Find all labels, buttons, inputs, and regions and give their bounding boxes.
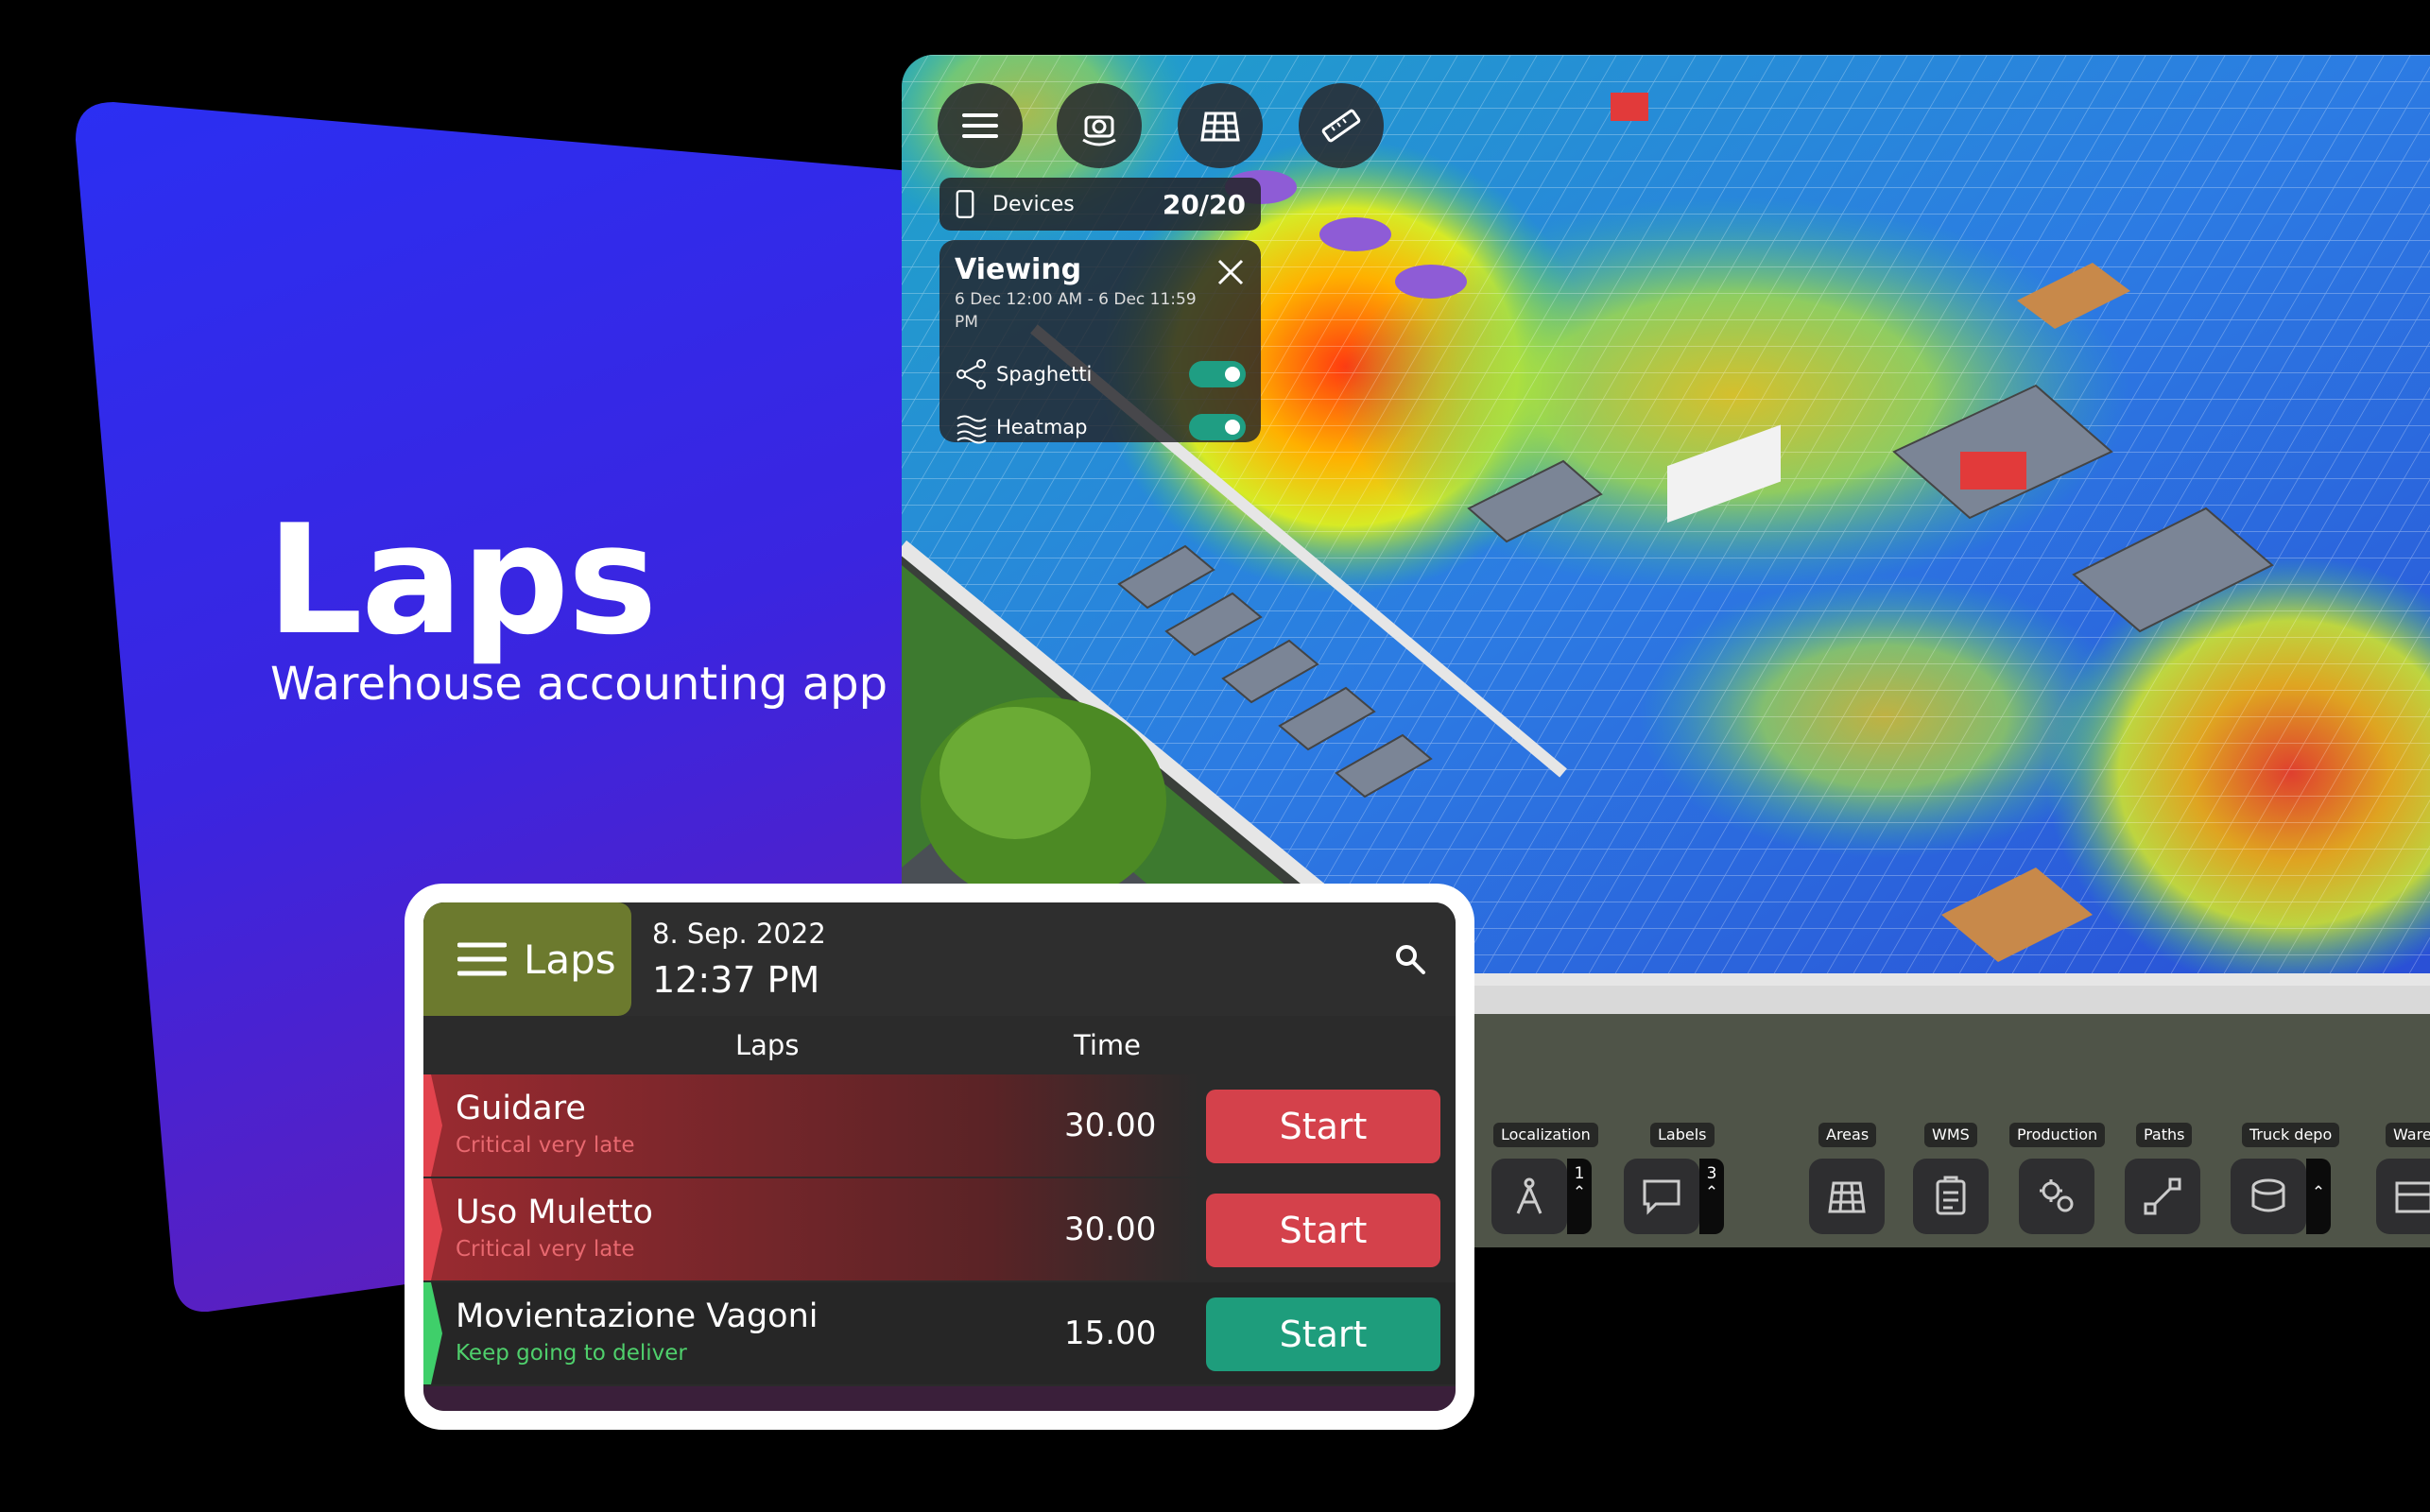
- devices-counter[interactable]: Devices 20/20: [939, 178, 1261, 231]
- lap-status: Keep going to deliver: [456, 1341, 687, 1366]
- laps-date: 8. Sep. 2022: [652, 918, 826, 950]
- start-button[interactable]: Start: [1206, 1194, 1440, 1267]
- heatmap-toggle[interactable]: [1189, 414, 1246, 440]
- row-status-flag: [423, 1178, 442, 1280]
- grid-view-button[interactable]: [1178, 83, 1263, 168]
- areas-tool-button[interactable]: [1809, 1159, 1885, 1234]
- localization-tool-label: Localization: [1493, 1123, 1598, 1147]
- speech-bubble-icon: [1643, 1179, 1680, 1215]
- grid-icon: [1828, 1181, 1866, 1213]
- app-title: Laps: [267, 491, 658, 668]
- database-icon: [2251, 1178, 2285, 1212]
- labels-tool-button[interactable]: [1624, 1159, 1699, 1234]
- shelf-icon: [2395, 1181, 2430, 1213]
- viewing-title: Viewing: [955, 253, 1082, 286]
- lap-name: Uso Muletto: [456, 1194, 653, 1231]
- viewing-date-range: 6 Dec 12:00 AM - 6 Dec 11:59 PM: [955, 290, 1197, 332]
- localization-count[interactable]: 1 ⌃: [1567, 1159, 1592, 1234]
- laps-app-screen: Laps 8. Sep. 2022 12:37 PM Laps Time Gui…: [405, 884, 1474, 1430]
- lap-status: Critical very late: [456, 1237, 635, 1262]
- paths-tool-label: Paths: [2136, 1123, 2193, 1147]
- labels-count[interactable]: 3 ⌃: [1699, 1159, 1724, 1234]
- menu-button[interactable]: [938, 83, 1023, 168]
- laps-footer-strip: [423, 1386, 1456, 1411]
- truck-depo-tool-label: Truck depo: [2242, 1123, 2340, 1147]
- menu-icon: [962, 113, 998, 138]
- start-button[interactable]: Start: [1206, 1090, 1440, 1163]
- heatmap-row: Heatmap: [955, 408, 1246, 446]
- row-status-flag: [423, 1282, 442, 1384]
- camera-rotate-icon: [1082, 115, 1116, 146]
- lap-time-value: 30.00: [1064, 1211, 1157, 1248]
- spaghetti-toggle[interactable]: [1189, 361, 1246, 387]
- lap-status: Critical very late: [456, 1133, 635, 1158]
- labels-tool-label: Labels: [1650, 1123, 1715, 1147]
- path-icon: [2144, 1177, 2181, 1215]
- column-header-laps: Laps: [735, 1029, 800, 1061]
- production-tool-button[interactable]: [2019, 1159, 2094, 1234]
- ruler-button[interactable]: [1299, 83, 1384, 168]
- laps-row[interactable]: Guidare Critical very late 30.00 Start: [423, 1074, 1456, 1177]
- wms-tool-label: WMS: [1924, 1123, 1977, 1147]
- hamburger-icon: [457, 942, 507, 976]
- devices-value: 20/20: [1162, 188, 1246, 220]
- search-icon[interactable]: [1393, 942, 1427, 976]
- clipboard-icon: [1936, 1176, 1966, 1215]
- heatmap-waves-icon: [956, 415, 987, 444]
- phone-icon: [956, 190, 974, 218]
- laps-brand-label: Laps: [524, 936, 616, 983]
- laps-row[interactable]: Movientazione Vagoni Keep going to deliv…: [423, 1282, 1456, 1384]
- laps-time: 12:37 PM: [652, 959, 820, 1001]
- ruler-icon: [1321, 109, 1361, 143]
- lap-name: Movientazione Vagoni: [456, 1297, 819, 1335]
- wms-tool-button[interactable]: [1913, 1159, 1989, 1234]
- warehouse-tool-label: Warel: [2386, 1123, 2430, 1147]
- viewing-panel: Viewing 6 Dec 12:00 AM - 6 Dec 11:59 PM …: [939, 240, 1261, 444]
- gears-icon: [2040, 1179, 2074, 1212]
- close-icon[interactable]: [1214, 255, 1248, 289]
- laps-app-content: Laps 8. Sep. 2022 12:37 PM Laps Time Gui…: [423, 902, 1456, 1411]
- lap-time-value: 15.00: [1064, 1314, 1157, 1352]
- truck-depo-tool-button[interactable]: [2231, 1159, 2306, 1234]
- share-nodes-icon: [956, 359, 986, 389]
- row-status-flag: [423, 1074, 442, 1177]
- warehouse-tool-button[interactable]: [2376, 1159, 2430, 1234]
- column-header-time: Time: [1074, 1029, 1141, 1061]
- heatmap-label: Heatmap: [996, 416, 1088, 438]
- laps-menu-button[interactable]: Laps: [423, 902, 631, 1016]
- spaghetti-row: Spaghetti: [955, 355, 1246, 393]
- compass-icon: [1516, 1177, 1542, 1214]
- production-tool-label: Production: [2009, 1123, 2106, 1147]
- spaghetti-label: Spaghetti: [996, 363, 1093, 386]
- areas-tool-label: Areas: [1818, 1123, 1877, 1147]
- paths-tool-button[interactable]: [2125, 1159, 2200, 1234]
- app-subtitle: Warehouse accounting app: [270, 658, 888, 711]
- devices-label: Devices: [992, 192, 1075, 216]
- grid-icon: [1200, 112, 1240, 142]
- start-button[interactable]: Start: [1206, 1297, 1440, 1371]
- localization-tool-button[interactable]: [1491, 1159, 1567, 1234]
- lap-time-value: 30.00: [1064, 1107, 1157, 1144]
- laps-row[interactable]: Uso Muletto Critical very late 30.00 Sta…: [423, 1178, 1456, 1280]
- camera-rotate-button[interactable]: [1057, 83, 1142, 168]
- truck-depo-expand[interactable]: ⌃: [2306, 1159, 2331, 1234]
- lap-name: Guidare: [456, 1090, 586, 1127]
